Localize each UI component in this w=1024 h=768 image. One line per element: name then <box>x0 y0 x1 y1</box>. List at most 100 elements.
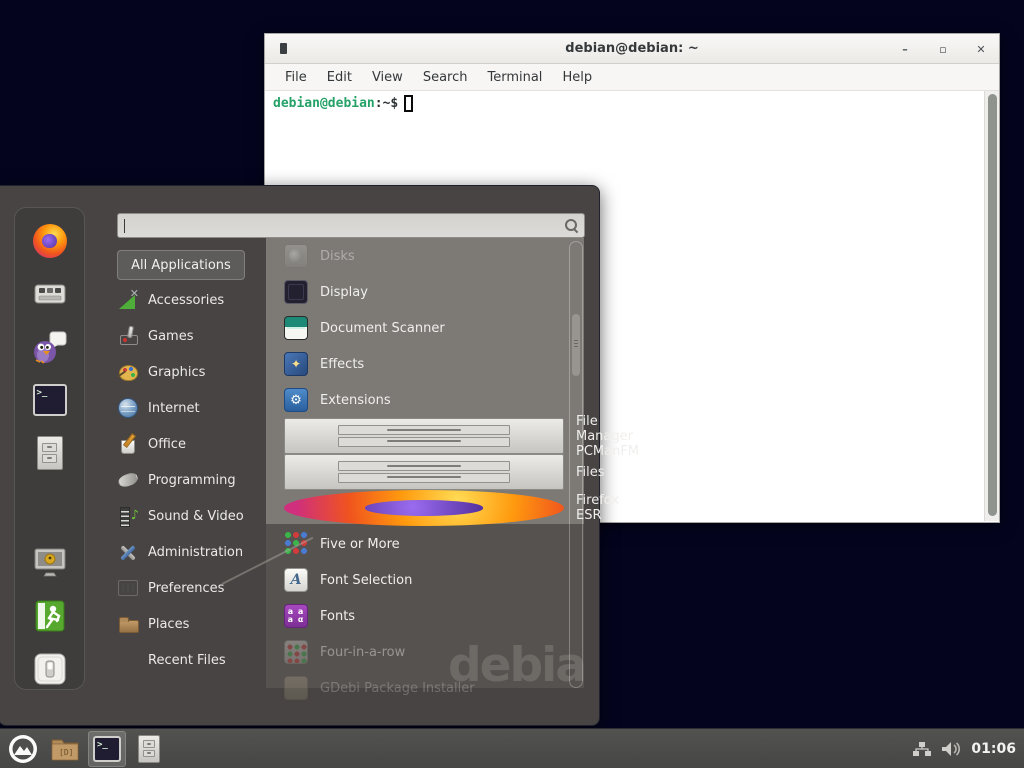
volume-icon[interactable] <box>941 741 961 757</box>
favorite-file-manager[interactable] <box>30 433 70 473</box>
search-input[interactable] <box>117 213 585 238</box>
app-fonts[interactable]: Fonts <box>284 598 564 634</box>
no-icon <box>117 649 139 671</box>
app-disks[interactable]: Disks <box>284 238 564 274</box>
category-label: Office <box>148 437 186 452</box>
docscanner-icon <box>284 316 308 340</box>
terminal-menubar: File Edit View Search Terminal Help <box>265 64 999 91</box>
lock-screen-icon <box>32 547 68 579</box>
menu-edit[interactable]: Edit <box>317 67 362 88</box>
application-label: Five or More <box>320 537 400 552</box>
category-accessories[interactable]: Accessories <box>117 282 267 318</box>
application-label: Font Selection <box>320 573 412 588</box>
category-preferences[interactable]: Preferences <box>117 570 267 606</box>
minimize-icon[interactable]: – <box>897 41 913 57</box>
terminal-cursor <box>404 95 413 112</box>
menu-logo-icon <box>8 734 38 764</box>
file-cabinet-icon <box>138 735 160 763</box>
text-caret <box>124 219 125 233</box>
network-icon[interactable] <box>913 741 931 757</box>
favorite-terminal[interactable]: >_ <box>30 380 70 420</box>
lock-screen-button[interactable] <box>30 543 70 583</box>
category-label: Preferences <box>148 581 224 596</box>
app-display[interactable]: Display <box>284 274 564 310</box>
all-applications-button[interactable]: All Applications <box>117 250 245 280</box>
terminal-scrollbar[interactable] <box>984 91 999 521</box>
terminal-scrollbar-thumb[interactable] <box>988 94 997 516</box>
maximize-icon[interactable]: ▫ <box>935 41 951 57</box>
firefox-icon <box>33 224 67 258</box>
category-recent-files[interactable]: Recent Files <box>117 642 267 678</box>
log-out-button[interactable] <box>30 596 70 636</box>
disks-icon <box>284 244 308 268</box>
category-games[interactable]: Games <box>117 318 267 354</box>
pidgin-icon <box>32 330 68 364</box>
favorite-pidgin[interactable] <box>30 327 70 367</box>
menu-search[interactable]: Search <box>413 67 478 88</box>
internet-icon <box>117 397 139 419</box>
app-extensions[interactable]: Extensions <box>284 382 564 418</box>
category-internet[interactable]: Internet <box>117 390 267 426</box>
favorite-firefox[interactable] <box>30 221 70 261</box>
cabinet-icon <box>284 454 564 490</box>
shut-down-button[interactable] <box>30 649 70 689</box>
category-administration[interactable]: Administration <box>117 534 267 570</box>
package-manager-icon <box>33 279 67 309</box>
app-file-manager-pcmanfm[interactable]: File Manager PCManFM <box>284 418 564 454</box>
display-icon <box>284 280 308 304</box>
app-five-or-more[interactable]: Five or More <box>284 526 564 562</box>
menu-help[interactable]: Help <box>552 67 602 88</box>
app-firefox-esr[interactable]: Firefox ESR <box>284 490 564 526</box>
application-label: Disks <box>320 249 355 264</box>
log-out-icon <box>34 599 66 633</box>
application-label: GDebi Package Installer <box>320 681 475 696</box>
favorites-panel: >_ <box>14 207 85 690</box>
close-icon[interactable]: ✕ <box>973 41 989 57</box>
category-label: Internet <box>148 401 200 416</box>
application-label: Document Scanner <box>320 321 445 336</box>
firefox-icon <box>284 490 564 526</box>
category-label: Games <box>148 329 193 344</box>
app-effects[interactable]: Effects <box>284 346 564 382</box>
taskbar: [D] >_ 01:06 <box>0 728 1024 768</box>
menu-view[interactable]: View <box>362 67 413 88</box>
category-places[interactable]: Places <box>117 606 267 642</box>
menu-terminal[interactable]: Terminal <box>477 67 552 88</box>
application-list-scrollbar-thumb[interactable] <box>572 314 580 376</box>
app-files[interactable]: Files <box>284 454 564 490</box>
favorite-package-manager[interactable] <box>30 274 70 314</box>
category-sound-video[interactable]: Sound & Video <box>117 498 267 534</box>
application-label: File Manager PCManFM <box>576 414 639 459</box>
app-document-scanner[interactable]: Document Scanner <box>284 310 564 346</box>
application-label: Display <box>320 285 368 300</box>
category-label: Sound & Video <box>148 509 244 524</box>
app-gdebi-package-installer[interactable]: GDebi Package Installer <box>284 670 564 706</box>
fonts-icon <box>284 604 308 628</box>
category-label: Accessories <box>148 293 224 308</box>
prompt-user-host: debian@debian <box>273 96 375 111</box>
terminal-icon: >_ <box>93 736 121 762</box>
clock[interactable]: 01:06 <box>971 741 1016 757</box>
fourinarow-icon <box>284 640 308 664</box>
category-list: Accessories Games Graphics Internet Office Pr… <box>117 282 267 678</box>
category-office[interactable]: Office <box>117 426 267 462</box>
category-label: Graphics <box>148 365 205 380</box>
terminal-task-button[interactable]: >_ <box>88 731 126 767</box>
category-programming[interactable]: Programming <box>117 462 267 498</box>
menu-file[interactable]: File <box>275 67 317 88</box>
all-applications-label: All Applications <box>131 258 231 273</box>
file-manager-launcher[interactable]: [D] <box>46 731 84 767</box>
extensions-icon <box>284 388 308 412</box>
games-icon <box>117 325 139 347</box>
app-four-in-a-row[interactable]: Four-in-a-row <box>284 634 564 670</box>
app-font-selection[interactable]: Font Selection <box>284 562 564 598</box>
folder-icon: [D] <box>50 736 80 762</box>
terminal-titlebar[interactable]: debian@debian: ~ – ▫ ✕ <box>265 34 999 64</box>
file-cabinet-launcher[interactable] <box>130 731 168 767</box>
applications-menu-button[interactable] <box>4 731 42 767</box>
category-label: Programming <box>148 473 236 488</box>
application-list-scrollbar[interactable] <box>569 241 583 688</box>
category-graphics[interactable]: Graphics <box>117 354 267 390</box>
application-label: Four-in-a-row <box>320 645 405 660</box>
svg-text:[D]: [D] <box>59 748 73 757</box>
